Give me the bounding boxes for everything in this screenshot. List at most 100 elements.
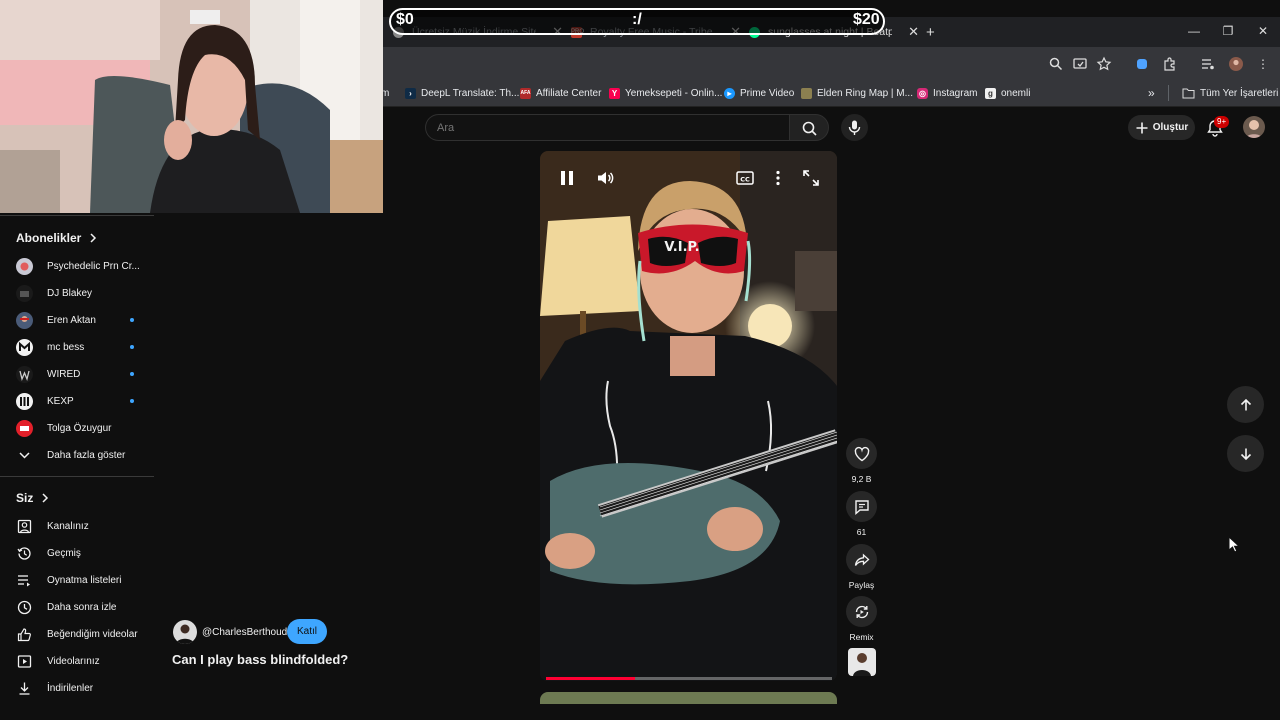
comments-button[interactable] bbox=[846, 491, 877, 522]
bookmark-item[interactable]: › DeepL Translate: Th... bbox=[405, 85, 519, 101]
bookmark-star-icon[interactable] bbox=[1096, 56, 1112, 72]
channel-name: DJ Blakey bbox=[47, 287, 93, 299]
sidebar-item-subscription[interactable]: Psychedelic Prn Cr... bbox=[16, 256, 146, 276]
your-videos-icon bbox=[17, 654, 32, 668]
more-bookmarks-icon[interactable]: » bbox=[1148, 85, 1155, 101]
account-box-icon bbox=[17, 519, 32, 533]
new-content-dot bbox=[130, 345, 134, 349]
profile-avatar-icon[interactable] bbox=[1228, 56, 1244, 72]
bookmark-label: onemli bbox=[1001, 87, 1031, 99]
sidebar-item-watch-later[interactable]: Daha sonra izle bbox=[16, 597, 146, 617]
sidebar-item-playlists[interactable]: Oynatma listeleri bbox=[16, 570, 146, 590]
user-avatar[interactable] bbox=[1243, 116, 1265, 138]
video-progress-fill bbox=[546, 677, 635, 680]
sidebar-item-subscription[interactable]: DJ Blakey bbox=[16, 283, 146, 303]
channel-avatar bbox=[16, 257, 33, 275]
short-title[interactable]: Can I play bass blindfolded? bbox=[172, 652, 348, 667]
webcam-feed bbox=[0, 0, 383, 213]
channel-name: KEXP bbox=[47, 395, 74, 407]
bookmark-label: Prime Video bbox=[740, 87, 795, 99]
channel-handle[interactable]: @CharlesBerthoud bbox=[202, 627, 287, 638]
minimize-icon[interactable]: — bbox=[1186, 23, 1202, 39]
media-control-icon[interactable] bbox=[1200, 56, 1216, 72]
bookmark-item[interactable]: Elden Ring Map | M... bbox=[801, 85, 913, 101]
voice-search-button[interactable] bbox=[841, 114, 868, 141]
video-progress-bar[interactable] bbox=[546, 677, 832, 680]
all-bookmarks-item[interactable]: Tüm Yer İşaretleri bbox=[1182, 85, 1278, 101]
browser-menu-icon[interactable]: ⋮ bbox=[1255, 56, 1271, 72]
extension-blue-icon[interactable] bbox=[1134, 56, 1150, 72]
chevron-right-icon bbox=[90, 233, 97, 243]
history-icon bbox=[17, 546, 31, 560]
sidebar-item-liked[interactable]: Beğendiğim videolar bbox=[16, 624, 146, 644]
share-button[interactable] bbox=[846, 544, 877, 575]
more-options-icon[interactable] bbox=[768, 168, 788, 188]
comment-count: 61 bbox=[856, 527, 867, 537]
new-tab-button[interactable]: + bbox=[926, 17, 935, 47]
sidebar-item-history[interactable]: Geçmiş bbox=[16, 543, 146, 563]
plus-icon bbox=[1136, 122, 1148, 133]
cast-icon[interactable] bbox=[1072, 56, 1088, 72]
sidebar-item-your-videos[interactable]: Videolarınız bbox=[16, 651, 146, 671]
extensions-puzzle-icon[interactable] bbox=[1161, 56, 1177, 72]
short-video-player[interactable]: CC V.I.P. bbox=[540, 151, 837, 681]
like-button[interactable] bbox=[846, 438, 877, 469]
bookmark-item[interactable]: Y Yemeksepeti - Onlin... bbox=[609, 85, 722, 101]
zoom-icon[interactable] bbox=[1048, 56, 1064, 72]
folder-icon bbox=[1182, 88, 1195, 98]
prime-icon: ▸ bbox=[724, 87, 735, 99]
bookmark-item[interactable]: g onemli bbox=[985, 85, 1030, 101]
sidebar-item-subscription[interactable]: WIRED bbox=[16, 364, 146, 384]
remix-label: Remix bbox=[849, 632, 874, 642]
you-header[interactable]: Siz bbox=[16, 491, 49, 505]
heart-icon bbox=[854, 446, 869, 461]
sidebar-item-downloads[interactable]: İndirilenler bbox=[16, 678, 146, 698]
sidebar-item-label: Geçmiş bbox=[47, 547, 81, 559]
fullscreen-icon[interactable] bbox=[801, 168, 821, 188]
overlay-left-amount: $0 bbox=[396, 11, 414, 28]
search-button[interactable] bbox=[789, 114, 829, 141]
notification-badge: 9+ bbox=[1214, 116, 1230, 128]
audio-source-thumbnail[interactable] bbox=[848, 648, 876, 676]
search-input[interactable] bbox=[425, 114, 789, 141]
previous-short-button[interactable] bbox=[1227, 386, 1264, 423]
channel-name: Psychedelic Prn Cr... bbox=[47, 260, 140, 272]
channel-name: mc bess bbox=[47, 341, 85, 353]
search-icon bbox=[802, 121, 817, 136]
subscriptions-title: Abonelikler bbox=[16, 231, 82, 245]
channel-avatar[interactable] bbox=[173, 620, 197, 644]
next-short-preview[interactable] bbox=[540, 692, 837, 704]
share-icon bbox=[854, 553, 869, 566]
next-short-button[interactable] bbox=[1227, 435, 1264, 472]
sidebar-item-label: Kanalınız bbox=[47, 520, 89, 532]
remix-button[interactable] bbox=[846, 596, 877, 627]
sidebar-item-subscription[interactable]: Eren Aktan bbox=[16, 310, 146, 330]
show-more-button[interactable]: Daha fazla göster bbox=[16, 445, 146, 465]
new-content-dot bbox=[130, 399, 134, 403]
sidebar-item-subscription[interactable]: KEXP bbox=[16, 391, 146, 411]
restore-icon[interactable]: ❐ bbox=[1220, 23, 1236, 39]
sidebar-item-subscription[interactable]: mc bess bbox=[16, 337, 146, 357]
join-button[interactable]: Katıl bbox=[287, 619, 327, 644]
sidebar-item-subscription[interactable]: Tolga Özuygur bbox=[16, 418, 146, 438]
channel-avatar bbox=[16, 311, 33, 329]
create-button[interactable]: Oluştur bbox=[1128, 115, 1195, 140]
pause-icon[interactable] bbox=[557, 168, 577, 188]
subscriptions-header[interactable]: Abonelikler bbox=[16, 231, 97, 245]
video-frame bbox=[540, 151, 837, 681]
bookmark-item[interactable]: AFA Affiliate Center bbox=[520, 85, 601, 101]
channel-avatar bbox=[16, 365, 33, 383]
arrow-down-icon bbox=[1240, 448, 1251, 460]
close-tab-icon[interactable]: ✕ bbox=[908, 24, 919, 40]
channel-name: Tolga Özuygur bbox=[47, 422, 112, 434]
volume-icon[interactable] bbox=[595, 168, 615, 188]
captions-icon[interactable]: CC bbox=[735, 168, 755, 188]
deepl-icon: › bbox=[405, 87, 416, 99]
sidebar-item-your-channel[interactable]: Kanalınız bbox=[16, 516, 146, 536]
chevron-right-icon bbox=[42, 493, 49, 503]
channel-avatar bbox=[16, 284, 33, 302]
new-content-dot bbox=[130, 318, 134, 322]
bookmark-item[interactable]: ◎ Instagram bbox=[917, 85, 977, 101]
bookmark-item[interactable]: ▸ Prime Video bbox=[724, 85, 794, 101]
close-window-icon[interactable]: ✕ bbox=[1255, 23, 1271, 39]
